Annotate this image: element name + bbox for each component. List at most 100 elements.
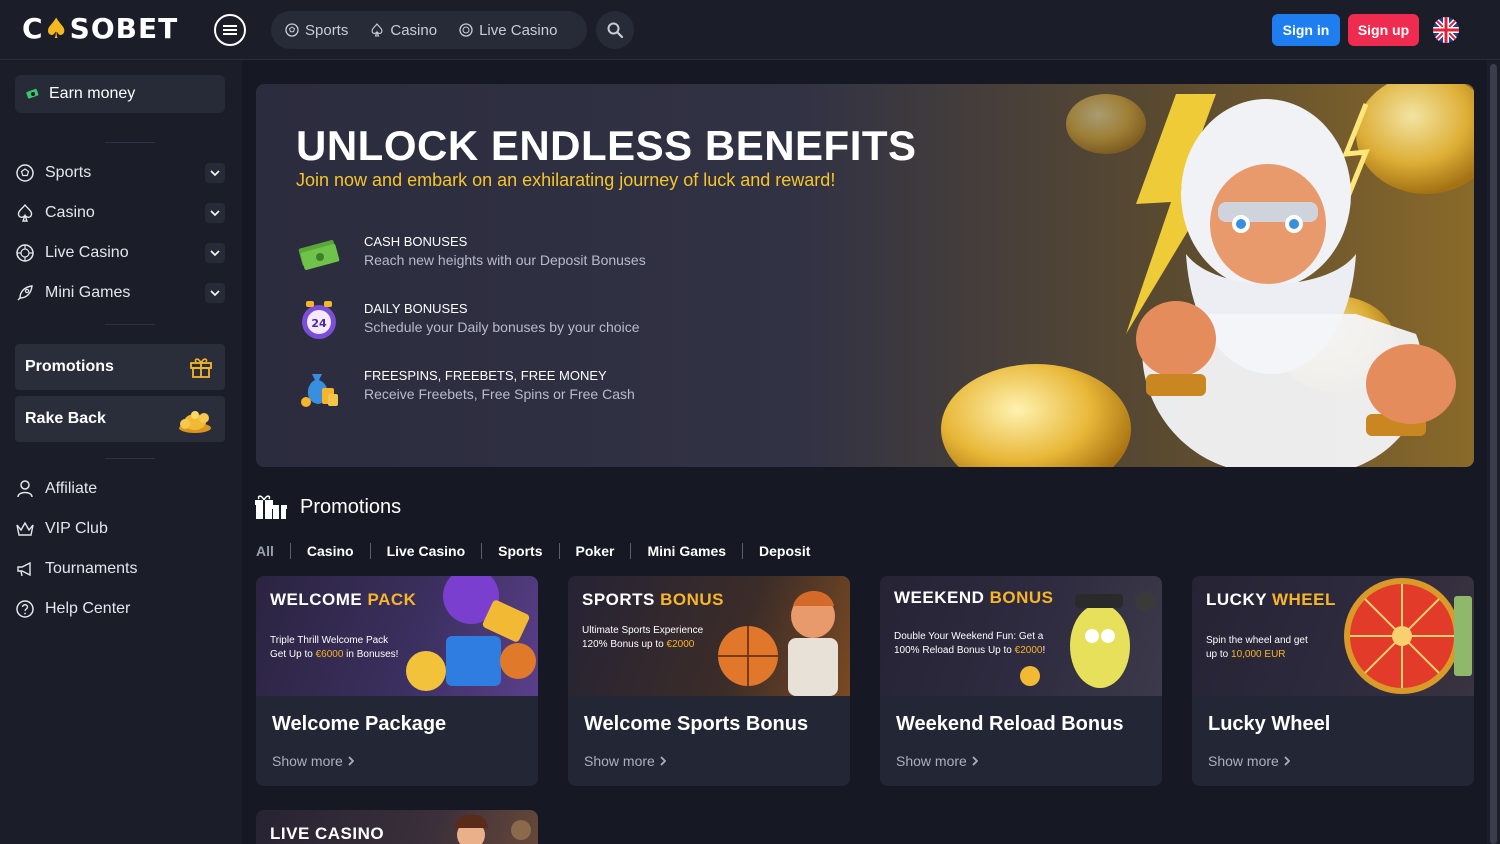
top-header: C♠SOBET Sports Casino Live Casino Sign i… [0,0,1500,60]
sign-in-button[interactable]: Sign in [1272,14,1340,46]
megaphone-icon [17,561,31,577]
uk-flag-icon[interactable] [1433,17,1459,43]
sidebar-item-tournaments[interactable]: Tournaments [15,554,227,584]
nav-sports[interactable]: Sports [285,22,348,39]
promo-card-live-casino[interactable]: LIVE CASINO [256,810,538,844]
logo-text: SOBET [69,12,179,45]
search-icon [607,22,623,38]
gifts-icon [255,495,287,519]
page-scrollbar[interactable] [1487,60,1500,844]
banner-title: UNLOCK ENDLESS BENEFITS [296,122,917,169]
promo-card-title: Welcome Sports Bonus [584,713,809,735]
earn-money-label: Earn money [49,85,136,102]
help-icon [16,600,34,618]
filter-all[interactable]: All [256,543,291,559]
benefit-free-money: FREESPINS, FREEBETS, FREE MONEY Receive … [296,360,796,410]
nav-live-casino-label: Live Casino [479,21,558,39]
hamburger-menu-button[interactable] [214,14,246,46]
logo-spade-icon: ♠ [43,12,70,45]
chevron-down-icon[interactable] [205,203,225,223]
promotions-section-title: Promotions [254,491,401,523]
card-image-text: Spin the wheel and get up to 10,000 EUR [1206,635,1308,660]
sidebar-item-label: Live Casino [45,244,129,261]
banner-subtitle: Join now and embark on an exhilarating j… [296,170,836,190]
card-image-text: Double Your Weekend Fun: Get a 100% Reloa… [894,631,1046,656]
coin-pile-icon [179,411,211,433]
promo-card-weekend-bonus[interactable]: WEEKEND BONUS Double Your Weekend Fun: G… [880,576,1162,786]
benefit-title: CASH BONUSES [364,234,468,249]
sidebar-item-label: Affiliate [45,480,98,497]
sidebar-item-affiliate[interactable]: Affiliate [15,474,227,504]
sign-up-button[interactable]: Sign up [1348,14,1419,46]
promotion-filters: All Casino Live Casino Sports Poker Mini… [256,541,826,561]
soccer-ball-icon [16,164,34,182]
promo-card-image: WEEKEND BONUS Double Your Weekend Fun: G… [880,576,1162,696]
chevron-down-icon[interactable] [205,243,225,263]
search-button[interactable] [596,11,634,49]
filter-live-casino[interactable]: Live Casino [371,543,483,559]
divider [105,142,155,143]
rocket-icon [17,285,33,301]
filter-poker[interactable]: Poker [560,543,632,559]
benefit-cash-bonuses: CASH BONUSES Reach new heights with our … [296,226,796,276]
sidebar-item-label: Tournaments [45,560,138,577]
promo-card-image: LUCKY WHEEL Spin the wheel and get up to … [1192,576,1474,696]
promo-card-welcome-package[interactable]: WELCOME PACK Triple Thrill Welcome Pack G… [256,576,538,786]
sidebar-item-label: Help Center [45,600,131,617]
promotions-label: Promotions [25,358,114,375]
sidebar-item-casino[interactable]: Casino [15,198,227,228]
benefit-title: DAILY BONUSES [364,301,468,316]
crown-icon [16,521,34,536]
card-image-heading: SPORTS BONUS [582,590,725,609]
filter-sports[interactable]: Sports [482,543,560,559]
chip-icon [459,23,473,37]
gift-icon [190,358,212,378]
card-image-text: Triple Thrill Welcome Pack Get Up to €600… [270,635,399,660]
filter-mini-games[interactable]: Mini Games [631,543,744,559]
show-more-link[interactable]: Show more [272,753,354,769]
benefit-description: Schedule your Daily bonuses by your choi… [364,319,640,335]
sidebar-item-vip-club[interactable]: VIP Club [15,514,227,544]
spade-icon [371,23,383,37]
show-more-link[interactable]: Show more [584,753,666,769]
chevron-down-icon[interactable] [205,283,225,303]
earn-money-button[interactable]: Earn money [15,75,225,113]
sidebar-item-label: Casino [45,204,95,221]
promo-card-image: SPORTS BONUS Ultimate Sports Experience 1… [568,576,850,696]
chevron-right-icon [1284,756,1290,766]
filter-casino[interactable]: Casino [291,543,371,559]
show-more-link[interactable]: Show more [896,753,978,769]
show-more-link[interactable]: Show more [1208,753,1290,769]
promo-card-image: WELCOME PACK Triple Thrill Welcome Pack G… [256,576,538,696]
promo-card-title: Weekend Reload Bonus [896,713,1124,735]
card-image-text: Ultimate Sports Experience 120% Bonus up … [582,625,704,650]
nav-casino-label: Casino [390,21,438,39]
promo-card-sports-bonus[interactable]: SPORTS BONUS Ultimate Sports Experience 1… [568,576,850,786]
chevron-right-icon [660,756,666,766]
rake-back-label: Rake Back [25,410,106,427]
casobet-logo[interactable]: C♠SOBET [22,12,178,45]
money-fly-icon [26,88,39,99]
nav-live-casino[interactable]: Live Casino [459,22,557,39]
sidebar-item-sports[interactable]: Sports [15,158,227,188]
logo-letter-c: C [22,12,44,45]
scrollbar-thumb[interactable] [1490,64,1497,844]
nav-sports-label: Sports [305,21,349,39]
rake-back-button[interactable]: Rake Back [15,396,225,442]
sidebar-item-live-casino[interactable]: Live Casino [15,238,227,268]
card-image-heading: LUCKY WHEEL [1206,590,1336,609]
nav-casino[interactable]: Casino [370,22,437,39]
promotions-button[interactable]: Promotions [15,344,225,390]
hero-banner[interactable]: UNLOCK ENDLESS BENEFITS Join now and emb… [256,84,1474,467]
sidebar-item-help-center[interactable]: Help Center [15,594,227,624]
sidebar-item-label: VIP Club [45,520,108,537]
svg-text:24: 24 [311,317,327,330]
chevron-down-icon[interactable] [205,163,225,183]
benefit-description: Receive Freebets, Free Spins or Free Cas… [364,386,635,402]
divider [105,458,155,459]
chip-icon [16,244,34,262]
sidebar-item-label: Sports [45,164,92,181]
filter-deposit[interactable]: Deposit [743,543,826,559]
promo-card-lucky-wheel[interactable]: LUCKY WHEEL Spin the wheel and get up to … [1192,576,1474,786]
sidebar-item-mini-games[interactable]: Mini Games [15,278,227,308]
